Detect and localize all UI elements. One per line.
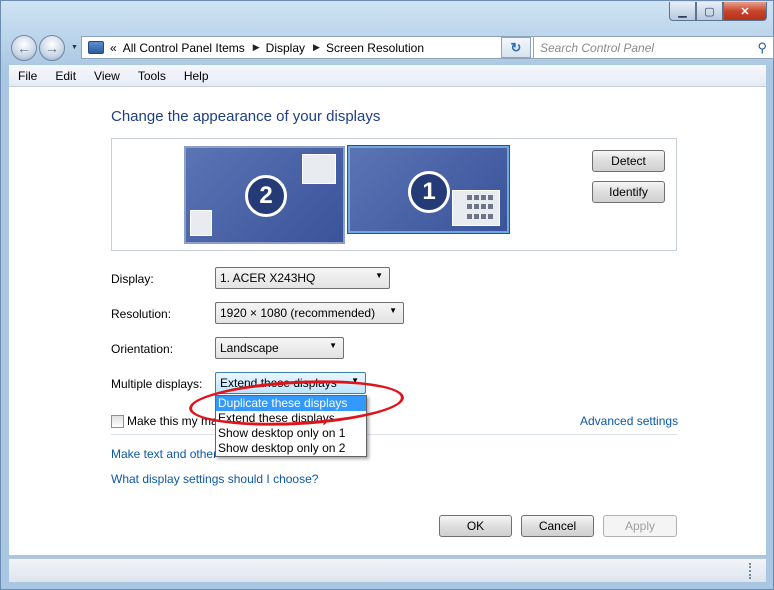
orientation-select[interactable]: Landscape ▼ (215, 337, 344, 359)
option-show-only-1[interactable]: Show desktop only on 1 (216, 426, 366, 441)
breadcrumb-all-items[interactable]: All Control Panel Items (123, 41, 245, 55)
search-placeholder: Search Control Panel (540, 41, 655, 55)
status-bar (9, 558, 766, 582)
chevron-down-icon: ▼ (389, 306, 397, 315)
make-main-display-checkbox[interactable] (111, 415, 124, 428)
close-button[interactable]: ✕ (723, 2, 767, 21)
monitor-2[interactable]: 2 (184, 146, 345, 244)
multiple-displays-dropdown-list: Duplicate these displays Extend these di… (215, 395, 367, 457)
ok-button[interactable]: OK (439, 515, 512, 537)
window-frame: ▁ ▢ ✕ ← → ▼ « All Control Panel Items ▶ … (0, 0, 774, 590)
monitor-1-number: 1 (408, 171, 450, 213)
identify-button[interactable]: Identify (592, 181, 665, 203)
menu-tools[interactable]: Tools (129, 69, 175, 83)
advanced-settings-link[interactable]: Advanced settings (580, 414, 678, 428)
detect-button[interactable]: Detect (592, 150, 665, 172)
menu-file[interactable]: File (9, 69, 46, 83)
resize-grip-icon[interactable] (749, 563, 756, 579)
monitor-1[interactable]: 1 (348, 146, 509, 233)
content-area: Change the appearance of your displays 2… (9, 87, 766, 555)
breadcrumb-separator-icon[interactable]: ▶ (313, 42, 320, 53)
search-input[interactable]: Search Control Panel ⚲ (533, 36, 774, 59)
resolution-value: 1920 × 1080 (recommended) (220, 306, 376, 320)
back-button[interactable]: ← (11, 35, 37, 61)
make-main-display-label[interactable]: Make this my ma (127, 414, 218, 428)
window-thumbnail-icon (190, 210, 212, 236)
back-arrow-icon: ← (17, 40, 31, 56)
display-settings-help-link[interactable]: What display settings should I choose? (111, 472, 318, 486)
text-size-link[interactable]: Make text and other (111, 447, 217, 461)
address-bar[interactable]: « All Control Panel Items ▶ Display ▶ Sc… (81, 36, 537, 59)
option-extend-displays[interactable]: Extend these displays (216, 411, 366, 426)
chevron-down-icon: ▼ (351, 376, 359, 385)
monitor-2-number: 2 (245, 175, 287, 217)
menu-edit[interactable]: Edit (46, 69, 85, 83)
option-show-only-2[interactable]: Show desktop only on 2 (216, 441, 366, 456)
display-value: 1. ACER X243HQ (220, 271, 316, 285)
apply-button[interactable]: Apply (603, 515, 677, 537)
navigation-bar: ← → ▼ « All Control Panel Items ▶ Displa… (9, 33, 774, 61)
forward-button[interactable]: → (39, 35, 65, 61)
resolution-select[interactable]: 1920 × 1080 (recommended) ▼ (215, 302, 404, 324)
control-panel-icon (88, 41, 104, 54)
breadcrumb-separator-icon[interactable]: ▶ (253, 42, 260, 53)
multiple-displays-label: Multiple displays: (111, 377, 203, 391)
refresh-icon: ↻ (510, 39, 522, 55)
refresh-button[interactable]: ↻ (501, 37, 531, 58)
menu-view[interactable]: View (85, 69, 129, 83)
orientation-value: Landscape (220, 341, 279, 355)
display-label: Display: (111, 272, 154, 286)
window-thumbnail-icon (302, 154, 336, 184)
chevron-down-icon: ▼ (375, 271, 383, 280)
orientation-label: Orientation: (111, 342, 174, 356)
multiple-displays-value: Extend these displays (220, 376, 337, 390)
page-title: Change the appearance of your displays (111, 108, 381, 125)
forward-arrow-icon: → (45, 40, 59, 56)
divider (111, 434, 677, 435)
display-select[interactable]: 1. ACER X243HQ ▼ (215, 267, 390, 289)
menu-bar: File Edit View Tools Help (9, 65, 766, 87)
address-overflow[interactable]: « (110, 41, 117, 55)
minimize-button[interactable]: ▁ (669, 2, 696, 21)
cancel-button[interactable]: Cancel (521, 515, 594, 537)
option-duplicate-displays[interactable]: Duplicate these displays (216, 396, 366, 411)
monitor-arrangement: 2 1 Detect Identify (111, 138, 677, 251)
breadcrumb-display[interactable]: Display (266, 41, 305, 55)
caption-buttons: ▁ ▢ ✕ (669, 2, 767, 21)
menu-help[interactable]: Help (175, 69, 218, 83)
recent-pages-dropdown[interactable]: ▼ (71, 44, 78, 51)
breadcrumb-screen-resolution[interactable]: Screen Resolution (326, 41, 424, 55)
maximize-button[interactable]: ▢ (696, 2, 723, 21)
chevron-down-icon: ▼ (329, 341, 337, 350)
search-icon[interactable]: ⚲ (757, 40, 767, 56)
window-thumbnail-icon (452, 190, 500, 226)
multiple-displays-select[interactable]: Extend these displays ▼ (215, 372, 366, 394)
resolution-label: Resolution: (111, 307, 172, 321)
